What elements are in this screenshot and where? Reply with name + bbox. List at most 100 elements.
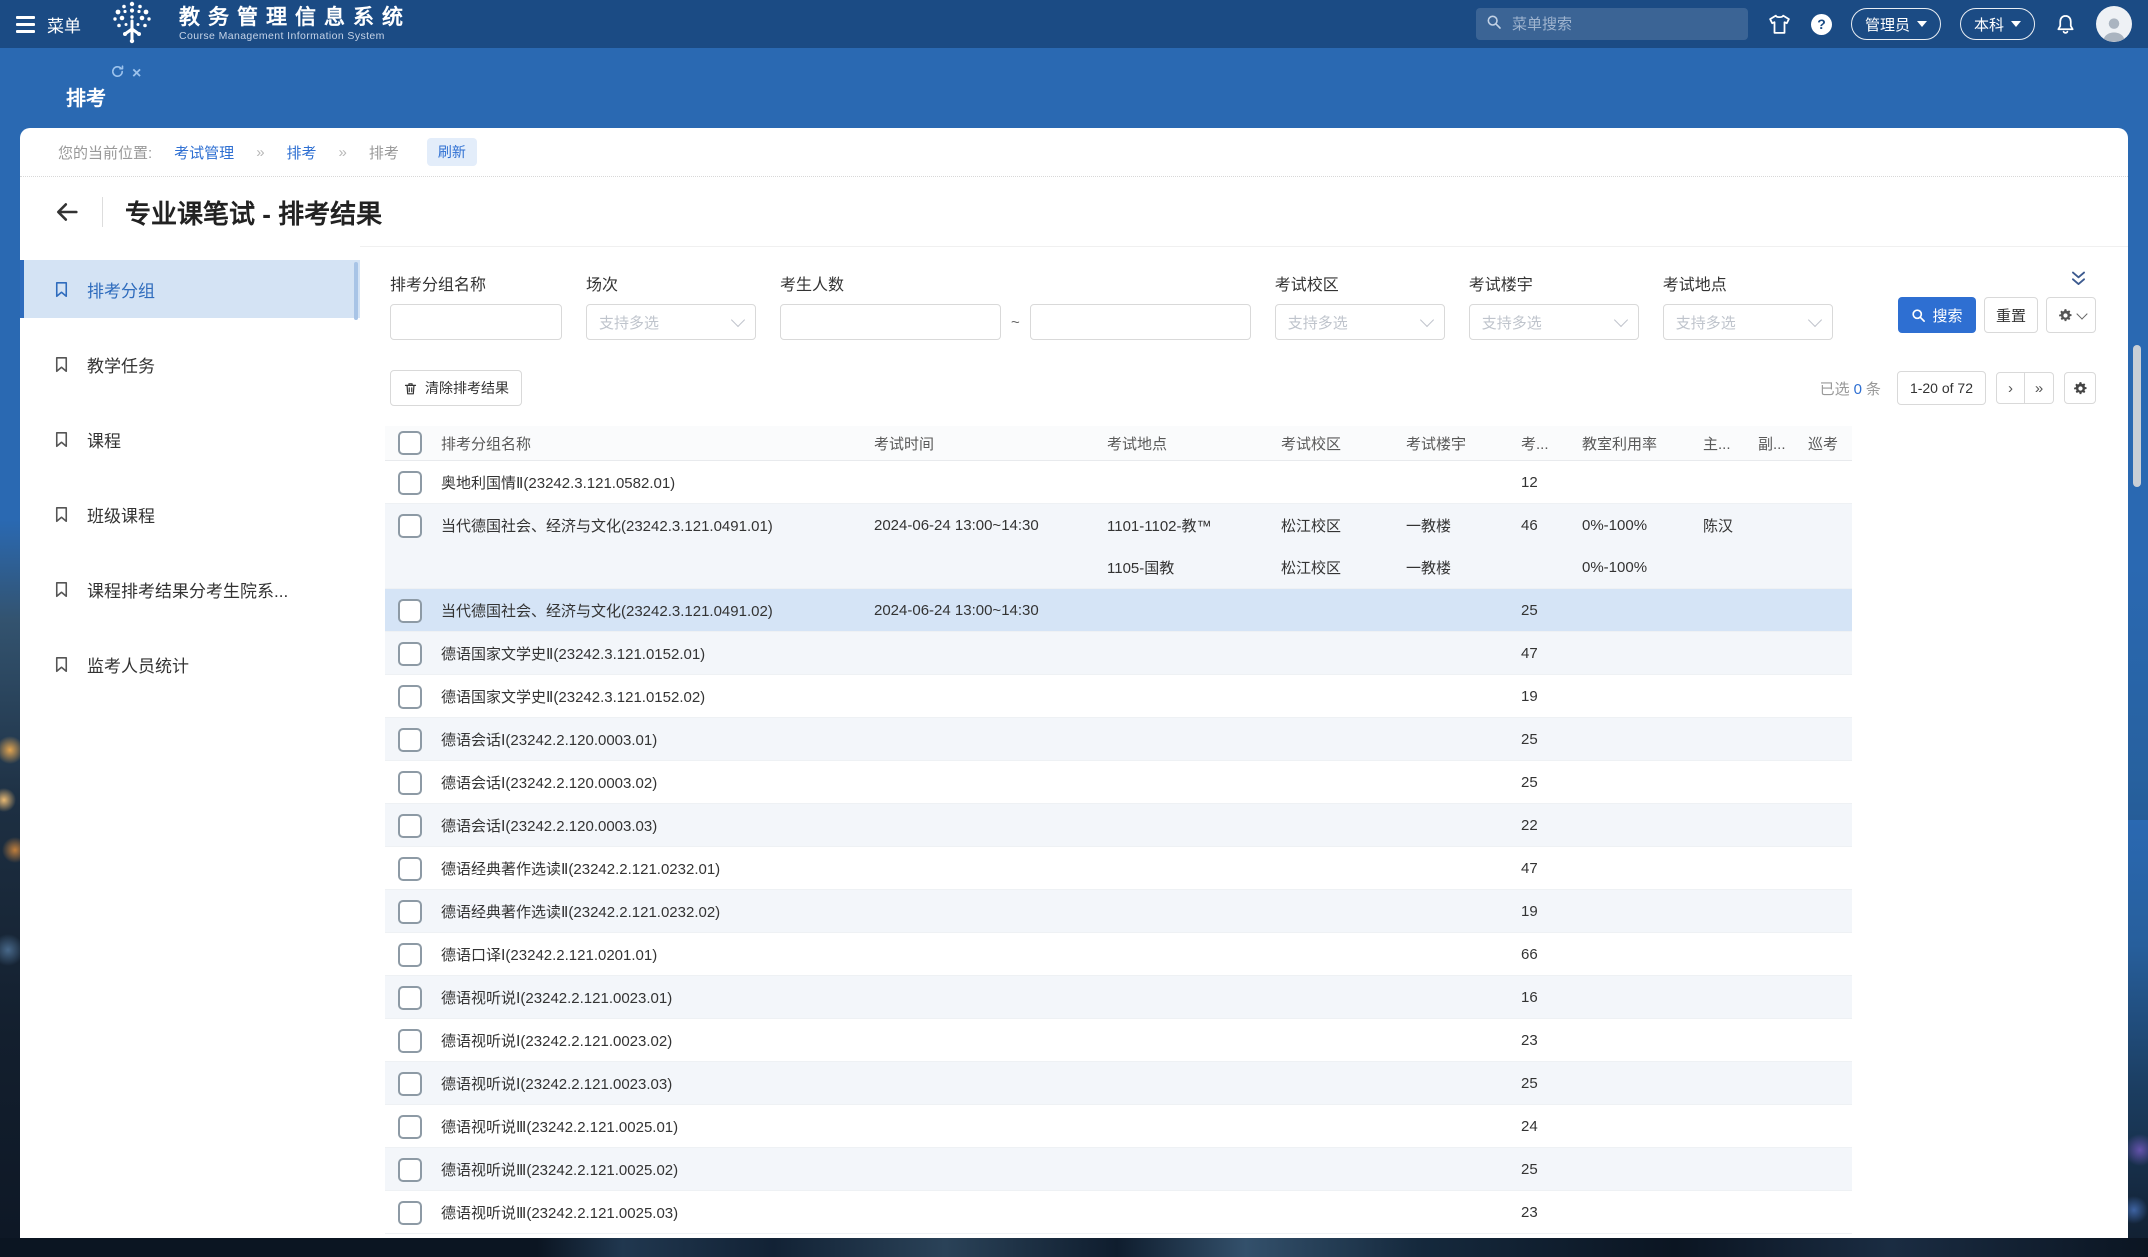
table-row[interactable]: 德语国家文学史Ⅱ(23242.3.121.0152.01)47 xyxy=(385,632,1852,675)
sidebar-scrollbar-thumb[interactable] xyxy=(354,262,358,320)
search-button[interactable]: 搜索 xyxy=(1898,297,1976,333)
examinee-count-min-input[interactable] xyxy=(780,304,1001,340)
cell-exam-building xyxy=(1406,1019,1521,1061)
cell-deputy-invigilator xyxy=(1758,804,1808,846)
row-checkbox[interactable] xyxy=(398,814,422,838)
breadcrumb-link-exam-scheduling[interactable]: 排考 xyxy=(287,142,317,163)
sidebar-item-class-courses[interactable]: 班级课程 xyxy=(20,485,360,543)
row-checkbox[interactable] xyxy=(398,1158,422,1182)
cell-chief-invigilator xyxy=(1703,461,1758,503)
role-dropdown[interactable]: 管理员 xyxy=(1851,8,1941,40)
background-photo-left xyxy=(0,520,20,1238)
row-checkbox[interactable] xyxy=(398,728,422,752)
row-checkbox[interactable] xyxy=(398,943,422,967)
campus-select[interactable]: 支持多选 xyxy=(1275,304,1445,340)
row-checkbox[interactable] xyxy=(398,1201,422,1225)
table-row[interactable]: 德语口译Ⅰ(23242.2.121.0201.01)66 xyxy=(385,933,1852,976)
row-checkbox[interactable] xyxy=(398,685,422,709)
page-scrollbar-thumb[interactable] xyxy=(2133,345,2141,487)
cell-utilization xyxy=(1582,632,1703,674)
back-button[interactable] xyxy=(50,195,84,229)
row-checkbox[interactable] xyxy=(398,900,422,924)
cell-exam-location xyxy=(1107,675,1281,717)
cell-exam-building xyxy=(1406,632,1521,674)
table-row[interactable]: 德语视听说Ⅰ(23242.2.121.0023.02)23 xyxy=(385,1019,1852,1062)
building-select[interactable]: 支持多选 xyxy=(1469,304,1639,340)
reset-button[interactable]: 重置 xyxy=(1984,297,2038,333)
row-checkbox[interactable] xyxy=(398,1072,422,1096)
table-row[interactable]: 当代德国社会、经济与文化(23242.3.121.0491.01)2024-06… xyxy=(385,504,1852,589)
select-all-checkbox[interactable] xyxy=(398,431,422,455)
clear-results-button[interactable]: 清除排考结果 xyxy=(390,370,522,406)
sidebar-item-results-by-department[interactable]: 课程排考结果分考生院系... xyxy=(20,560,360,618)
cell-checkbox xyxy=(385,1148,441,1190)
examinee-count-max-input[interactable] xyxy=(1030,304,1251,340)
row-checkbox[interactable] xyxy=(398,1029,422,1053)
table-row[interactable]: 德语视听说Ⅰ(23242.2.121.0023.01)16 xyxy=(385,976,1852,1019)
row-checkbox[interactable] xyxy=(398,642,422,666)
table-row[interactable]: 德语视听说Ⅲ(23242.2.121.0025.01)24 xyxy=(385,1105,1852,1148)
filter-form: 排考分组名称 场次 支持多选 考生人数 ~ xyxy=(360,247,2128,340)
row-checkbox[interactable] xyxy=(398,514,422,538)
row-checkbox[interactable] xyxy=(398,471,422,495)
row-checkbox[interactable] xyxy=(398,857,422,881)
breadcrumb-link-exam-management[interactable]: 考试管理 xyxy=(174,142,234,163)
table-row[interactable]: 当代德国社会、经济与文化(23242.3.121.0491.02)2024-06… xyxy=(385,589,1852,632)
table-row[interactable]: 德语国家文学史Ⅱ(23242.3.121.0152.02)19 xyxy=(385,675,1852,718)
cell-examinee-count: 46 xyxy=(1521,504,1582,588)
tab-exam-scheduling[interactable]: 排考 xyxy=(66,82,106,111)
last-page-button[interactable]: » xyxy=(2025,372,2054,404)
table-row[interactable]: 德语会话Ⅰ(23242.2.120.0003.02)25 xyxy=(385,761,1852,804)
tab-close-icon[interactable]: × xyxy=(132,67,141,81)
group-name-input[interactable] xyxy=(390,304,562,340)
row-checkbox[interactable] xyxy=(398,986,422,1010)
breadcrumb-refresh-button[interactable]: 刷新 xyxy=(427,138,477,166)
filter-settings-button[interactable] xyxy=(2046,297,2096,333)
row-checkbox[interactable] xyxy=(398,771,422,795)
table-row[interactable]: 德语视听说Ⅲ(23242.2.121.0025.02)25 xyxy=(385,1148,1852,1191)
table-row[interactable]: 德语视听说Ⅰ(23242.2.121.0023.03)25 xyxy=(385,1062,1852,1105)
collapse-filters-icon[interactable] xyxy=(2069,269,2088,293)
user-avatar[interactable] xyxy=(2096,6,2132,42)
table-row[interactable]: 奥地利国情Ⅱ(23242.3.121.0582.01)12 xyxy=(385,461,1852,504)
table-row[interactable]: 德语视听说Ⅲ(23242.2.121.0025.03)23 xyxy=(385,1191,1852,1234)
row-checkbox[interactable] xyxy=(398,599,422,623)
cell-utilization xyxy=(1582,718,1703,760)
cell-group-name: 德语国家文学史Ⅱ(23242.3.121.0152.01) xyxy=(441,632,874,674)
location-select[interactable]: 支持多选 xyxy=(1663,304,1833,340)
cell-exam-campus xyxy=(1281,589,1406,631)
menu-button-label[interactable]: 菜单 xyxy=(47,12,81,37)
next-page-button[interactable]: › xyxy=(1996,372,2025,404)
page-range-button[interactable]: 1-20 of 72 xyxy=(1897,371,1986,405)
notification-bell-icon[interactable] xyxy=(2054,13,2077,36)
table-settings-button[interactable] xyxy=(2064,372,2096,404)
cell-deputy-invigilator xyxy=(1758,1062,1808,1104)
cell-exam-building xyxy=(1406,1105,1521,1147)
cell-patrol xyxy=(1808,718,1852,760)
level-dropdown[interactable]: 本科 xyxy=(1960,8,2035,40)
sidebar-item-courses[interactable]: 课程 xyxy=(20,410,360,468)
table-row[interactable]: 德语经典著作选读Ⅱ(23242.2.121.0232.02)19 xyxy=(385,890,1852,933)
cell-exam-time xyxy=(874,1062,1107,1104)
cell-patrol xyxy=(1808,976,1852,1018)
location-select-placeholder: 支持多选 xyxy=(1676,312,1736,333)
tab-refresh-icon[interactable] xyxy=(110,64,125,84)
cell-deputy-invigilator xyxy=(1758,890,1808,932)
column-header-utilization: 教室利用率 xyxy=(1582,433,1703,454)
cell-exam-location xyxy=(1107,1105,1281,1147)
row-checkbox[interactable] xyxy=(398,1115,422,1139)
cell-exam-building xyxy=(1406,461,1521,503)
table-row[interactable]: 德语会话Ⅰ(23242.2.120.0003.03)22 xyxy=(385,804,1852,847)
sidebar-item-exam-groups[interactable]: 排考分组 xyxy=(20,260,360,318)
theme-clothes-icon[interactable] xyxy=(1767,12,1792,37)
table-row[interactable]: 德语会话Ⅰ(23242.2.120.0003.01)25 xyxy=(385,718,1852,761)
session-select[interactable]: 支持多选 xyxy=(586,304,756,340)
menu-search-input[interactable] xyxy=(1510,15,1738,34)
cell-exam-time xyxy=(874,761,1107,803)
sidebar-item-invigilator-stats[interactable]: 监考人员统计 xyxy=(20,635,360,693)
table-row[interactable]: 德语经典著作选读Ⅱ(23242.2.121.0232.01)47 xyxy=(385,847,1852,890)
menu-icon[interactable] xyxy=(16,16,35,33)
help-icon[interactable]: ? xyxy=(1811,14,1832,35)
sidebar-item-teaching-tasks[interactable]: 教学任务 xyxy=(20,335,360,393)
cell-examinee-count: 23 xyxy=(1521,1191,1582,1233)
